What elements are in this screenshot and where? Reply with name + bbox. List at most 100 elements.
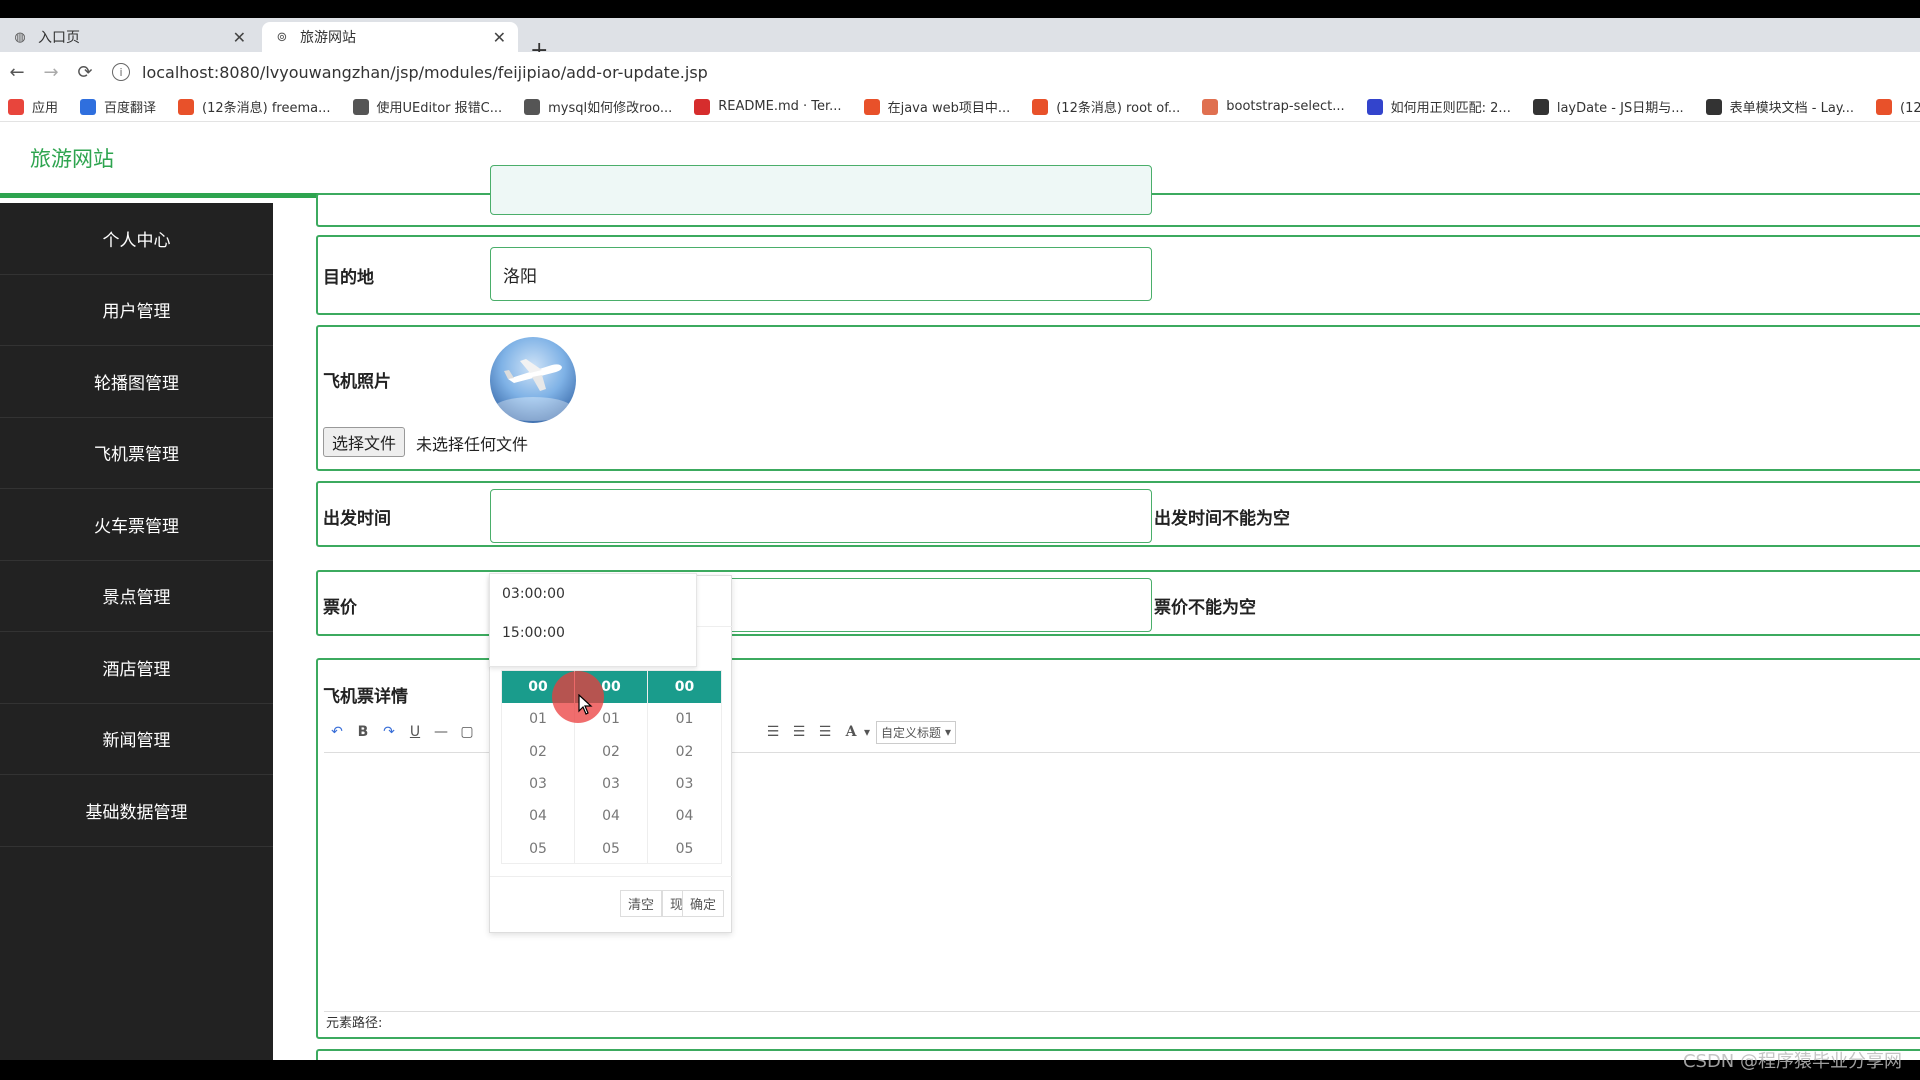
tab-title: 旅游网站 [300, 30, 356, 46]
bookmark-label: 表单模块文档 - Lay... [1729, 101, 1855, 116]
minute-option[interactable]: 02 [575, 736, 647, 768]
bookmark-item[interactable]: 百度翻译 [80, 97, 156, 116]
align-center-icon[interactable]: ☰ [786, 724, 812, 740]
second-option[interactable]: 00 [648, 671, 721, 704]
bookmark-favicon-icon [863, 98, 880, 115]
second-option[interactable]: 01 [648, 703, 721, 735]
site-title[interactable]: 旅游网站 [30, 143, 114, 173]
minute-option[interactable]: 04 [575, 800, 647, 832]
sidebar-item[interactable]: 火车票管理 [0, 489, 273, 561]
tab-close-icon[interactable]: ✕ [233, 28, 246, 47]
bookmark-label: (12条消 [1900, 101, 1920, 116]
bookmark-item[interactable]: layDate - JS日期与... [1532, 97, 1684, 116]
sidebar-item-label: 飞机票管理 [94, 445, 179, 466]
tab-close-icon[interactable]: ✕ [493, 28, 506, 47]
bookmarks-bar: 应用 百度翻译 (12条消息) freema... 使用UEditor 报错C... m… [0, 92, 1920, 122]
hour-option[interactable]: 04 [502, 800, 574, 832]
watermark: CSDN @程序猿毕业分享网 [1682, 1051, 1902, 1072]
sidebar-item[interactable]: 个人中心 [0, 203, 273, 275]
bookmark-item[interactable]: bootstrap-select... [1202, 98, 1345, 115]
sidebar-item[interactable]: 酒店管理 [0, 632, 273, 704]
screen-top-bar [0, 0, 1920, 18]
bookmark-item[interactable]: 使用UEditor 报错C... [352, 97, 502, 116]
underline-icon[interactable]: U [402, 724, 428, 740]
heading-style-select[interactable]: 自定义标题 ▾ [876, 720, 957, 744]
info-icon[interactable]: i [112, 63, 130, 81]
second-option[interactable]: 02 [648, 736, 721, 768]
bookmark-item[interactable]: README.md · Ter... [694, 98, 842, 115]
form-row-destination: 目的地 洛阳 [316, 235, 1920, 315]
bookmark-label: layDate - JS日期与... [1556, 101, 1684, 116]
second-option[interactable]: 05 [648, 832, 721, 864]
bookmark-item[interactable]: 如何用正则匹配: 2... [1366, 97, 1511, 116]
bookmark-item[interactable]: mysql如何修改roo... [524, 97, 672, 116]
sidebar-item-label: 用户管理 [102, 302, 171, 323]
bookmark-favicon-icon [1705, 98, 1722, 115]
heading-style-value: 自定义标题 [881, 725, 942, 740]
back-arrow-icon[interactable]: ← [0, 62, 34, 83]
sidebar-item[interactable]: 新闻管理 [0, 704, 273, 775]
align-justify-icon[interactable]: ☰ [812, 724, 838, 740]
bookmark-item[interactable]: (12条消息) root of... [1032, 97, 1180, 116]
editor-element-path: 元素路径: [326, 1016, 383, 1031]
destination-input[interactable]: 洛阳 [490, 247, 1152, 301]
depart-time-label: 出发时间 [323, 509, 391, 529]
bookmark-label: (12条消息) freema... [202, 101, 331, 116]
minute-option[interactable]: 03 [575, 768, 647, 800]
clear-button[interactable]: 清空 [620, 890, 662, 917]
depart-time-input[interactable] [490, 489, 1152, 543]
confirm-button[interactable]: 确定 [682, 890, 724, 917]
suggestion-item[interactable]: 15:00:00 [490, 613, 696, 652]
bookmark-favicon-icon [178, 98, 195, 115]
second-option[interactable]: 04 [648, 800, 721, 832]
sidebar-item-label: 新闻管理 [102, 731, 171, 752]
time-suggestions: 03:00:00 15:00:00 [489, 573, 697, 667]
sidebar-item[interactable]: 飞机票管理 [0, 418, 273, 489]
bookmark-favicon-icon [1532, 98, 1549, 115]
tab-travel-site[interactable]: ⊚ 旅游网站 ✕ [262, 22, 518, 52]
paste-icon[interactable]: ▢ [454, 724, 480, 740]
hour-option[interactable]: 03 [502, 768, 574, 800]
tab-entry-page[interactable]: ◍ 入口页 ✕ [0, 22, 258, 52]
sidebar-item[interactable]: 轮播图管理 [0, 346, 273, 418]
sidebar-item[interactable]: 基础数据管理 [0, 775, 273, 847]
bookmark-label: README.md · Ter... [718, 99, 842, 114]
details-label: 飞机票详情 [323, 687, 408, 707]
horizontal-rule-icon[interactable]: — [428, 724, 454, 740]
bookmark-item[interactable]: 在java web项目中... [863, 97, 1010, 116]
sidebar-item[interactable]: 景点管理 [0, 561, 273, 632]
bookmark-favicon-icon [80, 98, 97, 115]
hour-option[interactable]: 02 [502, 736, 574, 768]
tab-strip: ◍ 入口页 ✕ ⊚ 旅游网站 ✕ + [0, 18, 1920, 63]
minute-option[interactable]: 05 [575, 832, 647, 864]
font-color-dropdown-icon[interactable]: ▾ [864, 725, 870, 739]
destination-label: 目的地 [323, 268, 374, 288]
undo-icon[interactable]: ↶ [324, 724, 350, 740]
hour-option[interactable]: 05 [502, 832, 574, 864]
reload-icon[interactable]: ⟳ [68, 62, 102, 83]
bookmark-item[interactable]: (12条消息) freema... [178, 97, 331, 116]
time-columns: 00 01 02 03 04 05 00 01 02 03 04 05 00 01 02 03 04 05 [501, 670, 722, 864]
plane-photo [490, 337, 576, 423]
url-field[interactable]: i localhost:8080/lvyouwangzhan/jsp/modul… [112, 63, 708, 82]
url-text: localhost:8080/lvyouwangzhan/jsp/modules… [142, 62, 708, 82]
align-right-icon[interactable]: ☰ [760, 724, 786, 740]
bookmark-item[interactable]: 应用 [8, 97, 58, 116]
second-option[interactable]: 03 [648, 768, 721, 800]
sidebar-item[interactable]: 用户管理 [0, 275, 273, 346]
bookmark-label: 应用 [32, 101, 59, 116]
font-color-icon[interactable]: A [838, 724, 864, 740]
price-error: 票价不能为空 [1154, 598, 1256, 618]
bookmark-item[interactable]: (12条消 [1876, 97, 1920, 116]
web-page: 旅游网站 个人中心用户管理轮播图管理飞机票管理火车票管理 景点管理 酒店管理新闻管理… [0, 122, 1920, 1060]
form-row-next [316, 1049, 1920, 1060]
bold-icon[interactable]: B [350, 724, 376, 740]
choose-file-button[interactable]: 选择文件 [323, 427, 406, 457]
bookmark-item[interactable]: 表单模块文档 - Lay... [1705, 97, 1855, 116]
bookmark-favicon-icon [524, 98, 541, 115]
suggestion-item[interactable]: 03:00:00 [490, 574, 696, 613]
redo-icon[interactable]: ↷ [376, 724, 402, 740]
bookmark-label: 如何用正则匹配: 2... [1390, 101, 1511, 116]
partial-input[interactable] [490, 165, 1152, 215]
forward-arrow-icon[interactable]: → [34, 62, 68, 83]
